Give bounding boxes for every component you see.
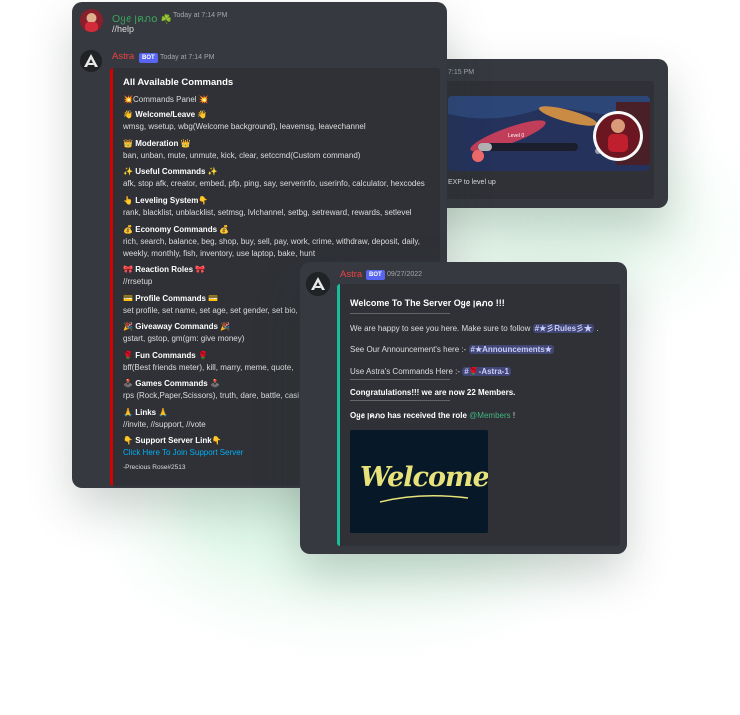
waving-hand-icon: 👋 bbox=[123, 110, 133, 119]
sparkles-icon: ✨ bbox=[123, 167, 133, 176]
section-commands-economy-2: weekly, monthly, fish, inventory, use la… bbox=[123, 249, 316, 258]
members-role-mention[interactable]: @Members bbox=[469, 411, 510, 420]
bot-tag: BOT bbox=[139, 53, 158, 63]
money-bag-icon: 💰 bbox=[123, 225, 133, 234]
section-commands-links: //invite, //support, //vote bbox=[123, 420, 206, 429]
section-heading-moderation: 👑 Moderation 👑 bbox=[123, 139, 191, 148]
embed-title: All Available Commands bbox=[123, 77, 234, 88]
embed-color-bar bbox=[110, 68, 113, 486]
section-heading-reaction-roles: 🎀 Reaction Roles 🎀 bbox=[123, 265, 206, 274]
astra-logo-icon bbox=[80, 50, 102, 72]
explosion-icon: 💥 bbox=[198, 95, 209, 104]
commands-panel-label: 💥Commands Panel 💥 bbox=[123, 95, 209, 104]
explosion-icon: 💥 bbox=[123, 95, 133, 104]
section-commands-reaction-roles: //rrsetup bbox=[123, 277, 153, 286]
divider-line: ----------------------------------------… bbox=[350, 311, 450, 317]
member-count-text: Congratulations!!! we are now 22 Members… bbox=[350, 388, 516, 397]
rules-channel-link[interactable]: #★彡Rules彡★ bbox=[532, 324, 595, 333]
pointing-down-icon: 👇 bbox=[211, 436, 222, 445]
section-heading-support: 👇 Support Server Link👇 bbox=[123, 436, 222, 445]
bot-name[interactable]: Astra bbox=[112, 51, 134, 62]
section-heading-leveling: 👆 Leveling System👇 bbox=[123, 196, 209, 205]
section-heading-economy: 💰 Economy Commands 💰 bbox=[123, 225, 230, 234]
section-commands-giveaway: gstart, gstop, gm(gm: give money) bbox=[123, 334, 245, 343]
section-heading-games: 🕹️ Games Commands 🕹️ bbox=[123, 379, 220, 388]
level-embed: Level 0 EXP to level up bbox=[440, 81, 654, 199]
rose-icon: 🌹 bbox=[197, 351, 208, 360]
rank-card-artwork bbox=[448, 96, 650, 171]
follow-rules-text: We are happy to see you here. Make sure … bbox=[350, 324, 599, 333]
bot-tag: BOT bbox=[366, 270, 385, 280]
section-commands-welcome: wmsg, wsetup, wbg(Welcome background), l… bbox=[123, 122, 366, 131]
message-content: //help bbox=[112, 24, 135, 34]
message-timestamp: 7:15 PM bbox=[448, 69, 475, 76]
message-timestamp: Today at 7:14 PM bbox=[160, 54, 215, 61]
praying-hands-icon: 🙏 bbox=[158, 408, 169, 417]
astra-logo-icon bbox=[306, 272, 330, 296]
embed-footer: -Precious Rose#2513 bbox=[123, 464, 186, 471]
rose-icon: 🌹 bbox=[123, 351, 133, 360]
astra-avatar[interactable] bbox=[306, 272, 330, 296]
section-heading-fun: 🌹 Fun Commands 🌹 bbox=[123, 351, 208, 360]
credit-card-icon: 💳 bbox=[208, 294, 219, 303]
astra-channel-link[interactable]: #🌹-Astra-1 bbox=[462, 367, 511, 376]
section-heading-useful: ✨ Useful Commands ✨ bbox=[123, 167, 218, 176]
welcome-message-card: Astra BOT 09/27/2022 Welcome To The Serv… bbox=[300, 262, 627, 554]
section-heading-links: 🙏 Links 🙏 bbox=[123, 408, 169, 417]
bot-name[interactable]: Astra bbox=[340, 269, 362, 280]
sparkles-icon: ✨ bbox=[207, 167, 218, 176]
joystick-icon: 🕹️ bbox=[123, 379, 133, 388]
welcome-image: Welcome bbox=[350, 430, 488, 533]
ribbon-icon: 🎀 bbox=[123, 265, 133, 274]
section-commands-fun: bff(Best friends meter), kill, marry, me… bbox=[123, 363, 294, 372]
section-commands-leveling: rank, blacklist, unblacklist, setmsg, lv… bbox=[123, 208, 412, 217]
section-heading-welcome: 👋 Welcome/Leave 👋 bbox=[123, 110, 208, 119]
party-popper-icon: 🎉 bbox=[220, 322, 231, 331]
level-up-banner: Level 0 bbox=[448, 96, 650, 171]
section-heading-profile: 💳 Profile Commands 💳 bbox=[123, 294, 219, 303]
section-commands-economy: rich, search, balance, beg, shop, buy, s… bbox=[123, 237, 421, 246]
divider-line: ----------------------------------------… bbox=[350, 398, 450, 404]
message-timestamp: 09/27/2022 bbox=[387, 271, 423, 278]
level-label: Level 0 bbox=[508, 133, 525, 139]
role-received-text: Oყꫀ ןคภ໐ has received the role @Members … bbox=[350, 411, 516, 420]
joystick-icon: 🕹️ bbox=[209, 379, 220, 388]
party-popper-icon: 🎉 bbox=[123, 322, 133, 331]
pointing-down-icon: 👇 bbox=[123, 436, 133, 445]
section-commands-moderation: ban, unban, mute, unmute, kick, clear, s… bbox=[123, 151, 361, 160]
section-commands-useful: afk, stop afk, creator, embed, pfp, ping… bbox=[123, 179, 425, 188]
message-timestamp: Today at 7:14 PM bbox=[173, 12, 228, 19]
crown-icon: 👑 bbox=[180, 139, 191, 148]
welcome-image-text: Welcome bbox=[360, 462, 488, 493]
crown-icon: 👑 bbox=[123, 139, 133, 148]
praying-hands-icon: 🙏 bbox=[123, 408, 133, 417]
support-server-link[interactable]: Click Here To Join Support Server bbox=[123, 448, 243, 457]
clover-icon: ☘️ bbox=[160, 14, 172, 24]
pointing-up-icon: 👆 bbox=[123, 196, 133, 205]
embed-color-bar bbox=[337, 284, 340, 546]
divider-line: ----------------------------------------… bbox=[350, 377, 450, 383]
section-heading-giveaway: 🎉 Giveaway Commands 🎉 bbox=[123, 322, 231, 331]
credit-card-icon: 💳 bbox=[123, 294, 133, 303]
astra-avatar[interactable] bbox=[80, 50, 102, 72]
user-avatar[interactable] bbox=[80, 9, 103, 32]
section-commands-games: rps (Rock,Paper,Scissors), truth, dare, … bbox=[123, 391, 300, 400]
commands-channel-text: Use Astra's Commands Here :- #🌹-Astra-1 bbox=[350, 367, 511, 376]
welcome-embed: Welcome To The Server Oყꫀ ןคภ໐ !!! -----… bbox=[337, 284, 620, 546]
announcement-text: See Our Announcement's here :- #★Announc… bbox=[350, 345, 554, 354]
pointing-down-icon: 👇 bbox=[198, 196, 209, 205]
waving-hand-icon: 👋 bbox=[197, 110, 208, 119]
announcements-channel-link[interactable]: #★Announcements★ bbox=[468, 345, 554, 354]
ribbon-icon: 🎀 bbox=[195, 265, 206, 274]
level-footer-text: EXP to level up bbox=[448, 179, 496, 186]
money-bag-icon: 💰 bbox=[219, 225, 230, 234]
section-commands-profile: set profile, set name, set age, set gend… bbox=[123, 306, 298, 315]
